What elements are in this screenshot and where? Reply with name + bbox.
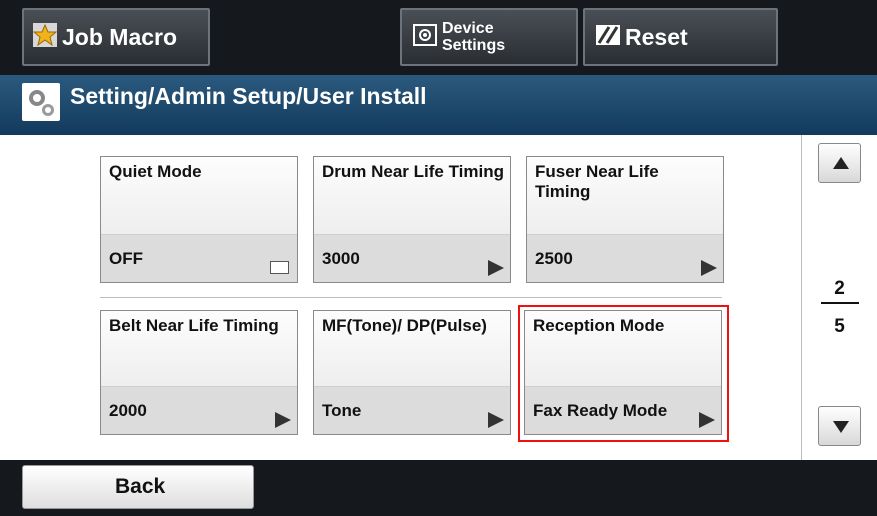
bottom-bar: Back [0,460,877,516]
quiet-mode-tile[interactable]: Quiet Mode OFF [100,156,298,283]
tile-name: Quiet Mode [109,162,202,181]
tile-name: Drum Near Life Timing [322,162,504,181]
star-icon [32,22,58,53]
scroll-column-divider [801,135,802,460]
tile-value-area: Tone [314,386,510,434]
tile-value-area: OFF [101,234,297,282]
reset-button[interactable]: Reset [583,8,778,66]
tile-name: Belt Near Life Timing [109,316,279,335]
device-settings-button[interactable]: Device Settings [400,8,578,66]
tile-name: Fuser Near Life Timing [535,162,659,201]
tile-value: 2500 [535,249,573,268]
triangle-arrow-icon [488,260,504,276]
tile-value: 3000 [322,249,360,268]
tile-value: OFF [109,249,143,268]
mf-tone-dp-pulse-tile[interactable]: MF(Tone)/ DP(Pulse) Tone [313,310,511,435]
triangle-arrow-icon [275,412,291,428]
device-settings-line1: Device [442,20,494,37]
tile-value: Tone [322,401,362,420]
settings-content: Quiet Mode OFF Drum Near Life Timing 300… [0,135,877,460]
scroll-down-button[interactable] [818,406,861,446]
back-button[interactable]: Back [22,465,254,509]
top-toolbar: Job Macro Device Settings Reset [0,0,877,75]
title-bar: Setting/Admin Setup/User Install [0,75,877,135]
fuser-near-life-timing-tile[interactable]: Fuser Near Life Timing 2500 [526,156,724,283]
tile-value-area: 2000 [101,386,297,434]
device-settings-icon [412,22,438,53]
triangle-arrow-icon [701,260,717,276]
job-macro-button[interactable]: Job Macro [22,8,210,66]
tile-value-area: 3000 [314,234,510,282]
up-arrow-icon [833,157,849,169]
toggle-indicator-icon [270,261,289,274]
settings-gear-icon [22,83,60,121]
tile-value: 2000 [109,401,147,420]
triangle-arrow-icon [488,412,504,428]
reset-icon [595,23,621,52]
page-fraction-bar [821,302,859,304]
reset-label: Reset [625,23,688,50]
device-panel-screen: Job Macro Device Settings Reset Setting/… [0,0,877,516]
row-divider [100,297,722,298]
current-page: 2 [834,278,845,299]
device-settings-label: Device Settings [442,20,512,54]
total-pages: 5 [834,316,845,337]
belt-near-life-timing-tile[interactable]: Belt Near Life Timing 2000 [100,310,298,435]
drum-near-life-timing-tile[interactable]: Drum Near Life Timing 3000 [313,156,511,283]
tile-value-area: 2500 [527,234,723,282]
page-title: Setting/Admin Setup/User Install [70,83,427,109]
down-arrow-icon [833,421,849,433]
job-macro-label: Job Macro [62,23,178,50]
scroll-up-button[interactable] [818,143,861,183]
selection-highlight [518,305,729,442]
device-settings-line2: Settings [442,37,506,54]
tile-name: MF(Tone)/ DP(Pulse) [322,316,487,335]
